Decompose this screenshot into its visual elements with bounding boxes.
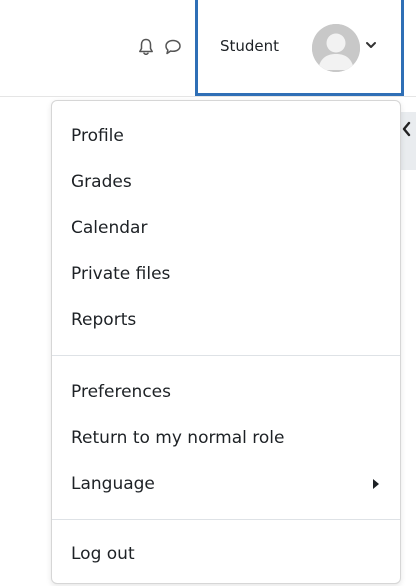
menu-item-private-files[interactable]: Private files (52, 257, 400, 291)
navbar: Student (0, 0, 416, 96)
menu-item-calendar[interactable]: Calendar (52, 211, 400, 245)
menu-divider (52, 355, 400, 356)
menu-item-log-out[interactable]: Log out (52, 537, 400, 571)
menu-item-preferences[interactable]: Preferences (52, 375, 400, 409)
user-menu-toggle[interactable]: Student (195, 0, 404, 96)
menu-item-reports[interactable]: Reports (52, 303, 400, 337)
user-dropdown-menu: Profile Grades Calendar Private files Re… (51, 100, 401, 584)
user-name: Student (220, 37, 280, 55)
chevron-left-icon[interactable] (400, 120, 414, 138)
menu-item-language[interactable]: Language (52, 467, 400, 501)
menu-item-return-to-normal-role[interactable]: Return to my normal role (52, 421, 400, 455)
notifications-button[interactable] (135, 36, 157, 58)
default-user-avatar-icon (312, 24, 360, 72)
bell-icon (139, 38, 153, 56)
chat-bubble-icon (165, 39, 181, 55)
messages-button[interactable] (162, 36, 184, 58)
menu-divider (52, 519, 400, 520)
caret-right-icon (373, 479, 379, 489)
menu-item-profile[interactable]: Profile (52, 119, 400, 153)
avatar (312, 24, 360, 72)
chevron-down-icon (366, 42, 376, 48)
navbar-divider (0, 96, 416, 97)
menu-item-language-label: Language (71, 474, 155, 494)
menu-item-grades[interactable]: Grades (52, 165, 400, 199)
